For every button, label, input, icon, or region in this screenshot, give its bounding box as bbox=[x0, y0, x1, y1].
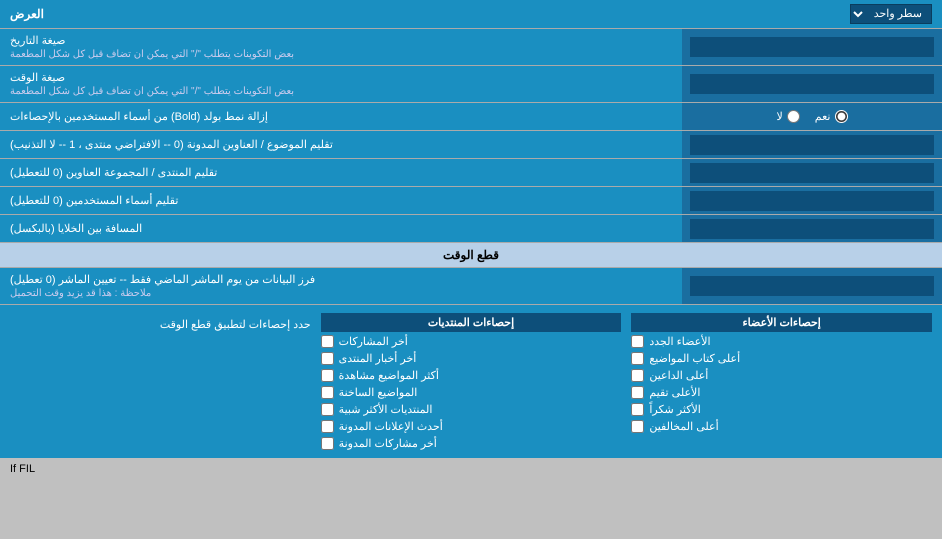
forum-trim-label: تقليم المنتدى / المجموعة العناوين (0 للت… bbox=[0, 159, 682, 186]
username-trim-label: تقليم أسماء المستخدمين (0 للتعطيل) bbox=[0, 187, 682, 214]
header-row: العرض سطر واحدسطرينثلاثة أسطر bbox=[0, 0, 942, 29]
time-format-label: صيغة الوقت بعض التكوينات يتطلب "/" التي … bbox=[0, 66, 682, 102]
forum-trim-row: تقليم المنتدى / المجموعة العناوين (0 للت… bbox=[0, 159, 942, 187]
page-title: العرض bbox=[10, 7, 44, 21]
time-cut-input-wrap: 0 bbox=[682, 268, 942, 304]
member-stats-header: إحصاءات الأعضاء bbox=[631, 313, 932, 332]
top-rated-check[interactable] bbox=[631, 386, 644, 399]
list-item: أعلى المخالفين bbox=[631, 420, 932, 433]
list-item: المواضيع الساخنة bbox=[321, 386, 622, 399]
latest-news-check[interactable] bbox=[321, 352, 334, 365]
topic-trim-input-wrap: 33 bbox=[682, 131, 942, 158]
cell-spacing-row: المسافة بين الخلايا (بالبكسل) 2 bbox=[0, 215, 942, 243]
time-cut-section-header: قطع الوقت bbox=[0, 243, 942, 268]
time-format-row: صيغة الوقت بعض التكوينات يتطلب "/" التي … bbox=[0, 66, 942, 103]
username-trim-input[interactable]: 0 bbox=[690, 191, 934, 211]
most-thanked-check[interactable] bbox=[631, 403, 644, 416]
topic-trim-label: تقليم الموضوع / العناوين المدونة (0 -- ا… bbox=[0, 131, 682, 158]
username-trim-row: تقليم أسماء المستخدمين (0 للتعطيل) 0 bbox=[0, 187, 942, 215]
top-visitors-check[interactable] bbox=[631, 420, 644, 433]
latest-ads-check[interactable] bbox=[321, 420, 334, 433]
bottom-text: If FIL bbox=[0, 458, 942, 480]
list-item: أخر أخبار المنتدى bbox=[321, 352, 622, 365]
bold-remove-row: إزالة نمط بولد (Bold) من أسماء المستخدمي… bbox=[0, 103, 942, 131]
forum-trim-input[interactable]: 33 bbox=[690, 163, 934, 183]
similar-forums-check[interactable] bbox=[321, 403, 334, 416]
list-item: الأكثر شكراً bbox=[631, 403, 932, 416]
display-select-wrap[interactable]: سطر واحدسطرينثلاثة أسطر bbox=[850, 4, 932, 24]
most-viewed-check[interactable] bbox=[321, 369, 334, 382]
list-item: الأعلى تقيم bbox=[631, 386, 932, 399]
top-posters-check[interactable] bbox=[631, 352, 644, 365]
time-format-input[interactable]: H:i bbox=[690, 74, 934, 94]
top-posters2-check[interactable] bbox=[631, 369, 644, 382]
cell-spacing-input-wrap: 2 bbox=[682, 215, 942, 242]
date-format-row: صيغة التاريخ بعض التكوينات يتطلب "/" الت… bbox=[0, 29, 942, 66]
topic-trim-row: تقليم الموضوع / العناوين المدونة (0 -- ا… bbox=[0, 131, 942, 159]
display-select[interactable]: سطر واحدسطرينثلاثة أسطر bbox=[850, 4, 932, 24]
list-item: المنتديات الأكثر شبية bbox=[321, 403, 622, 416]
list-item: أكثر المواضيع مشاهدة bbox=[321, 369, 622, 382]
list-item: أعلى الداعين bbox=[631, 369, 932, 382]
list-item: أخر مشاركات المدونة bbox=[321, 437, 622, 450]
time-cut-input[interactable]: 0 bbox=[690, 276, 934, 296]
topic-trim-input[interactable]: 33 bbox=[690, 135, 934, 155]
date-format-input[interactable]: d-m bbox=[690, 37, 934, 57]
forum-stats-col: إحصاءات المنتديات أخر المشاركات أخر أخبا… bbox=[321, 313, 622, 450]
date-format-label: صيغة التاريخ بعض التكوينات يتطلب "/" الت… bbox=[0, 29, 682, 65]
member-stats-col: إحصاءات الأعضاء الأعضاء الجدد أعلى كتاب … bbox=[631, 313, 932, 433]
list-item: الأعضاء الجدد bbox=[631, 335, 932, 348]
bold-yes-radio[interactable] bbox=[835, 110, 848, 123]
bold-remove-label: إزالة نمط بولد (Bold) من أسماء المستخدمي… bbox=[0, 103, 682, 130]
list-item: أحدث الإعلانات المدونة bbox=[321, 420, 622, 433]
checkboxes-section: حدد إحصاءات لتطبيق قطع الوقت إحصاءات الم… bbox=[0, 305, 942, 458]
stats-apply-label: حدد إحصاءات لتطبيق قطع الوقت bbox=[10, 313, 311, 331]
list-item: أعلى كتاب المواضيع bbox=[631, 352, 932, 365]
username-trim-input-wrap: 0 bbox=[682, 187, 942, 214]
bold-no-label[interactable]: لا bbox=[777, 110, 800, 123]
list-item: أخر المشاركات bbox=[321, 335, 622, 348]
new-members-check[interactable] bbox=[631, 335, 644, 348]
bold-no-radio[interactable] bbox=[787, 110, 800, 123]
forum-trim-input-wrap: 33 bbox=[682, 159, 942, 186]
forum-stats-header: إحصاءات المنتديات bbox=[321, 313, 622, 332]
latest-posts-check[interactable] bbox=[321, 335, 334, 348]
time-cut-label: فرز البيانات من يوم الماشر الماضي فقط --… bbox=[0, 268, 682, 304]
bold-remove-options: نعم لا bbox=[682, 103, 942, 130]
member-stats-items: الأعضاء الجدد أعلى كتاب المواضيع أعلى ال… bbox=[631, 335, 932, 433]
cell-spacing-label: المسافة بين الخلايا (بالبكسل) bbox=[0, 215, 682, 242]
forum-stats-items: أخر المشاركات أخر أخبار المنتدى أكثر الم… bbox=[321, 335, 622, 450]
main-container: العرض سطر واحدسطرينثلاثة أسطر صيغة التار… bbox=[0, 0, 942, 480]
date-format-input-wrap: d-m bbox=[682, 29, 942, 65]
cell-spacing-input[interactable]: 2 bbox=[690, 219, 934, 239]
latest-marked-check[interactable] bbox=[321, 437, 334, 450]
latest-topics-check[interactable] bbox=[321, 386, 334, 399]
time-format-input-wrap: H:i bbox=[682, 66, 942, 102]
time-cut-row: فرز البيانات من يوم الماشر الماضي فقط --… bbox=[0, 268, 942, 305]
bold-yes-label[interactable]: نعم bbox=[815, 110, 848, 123]
